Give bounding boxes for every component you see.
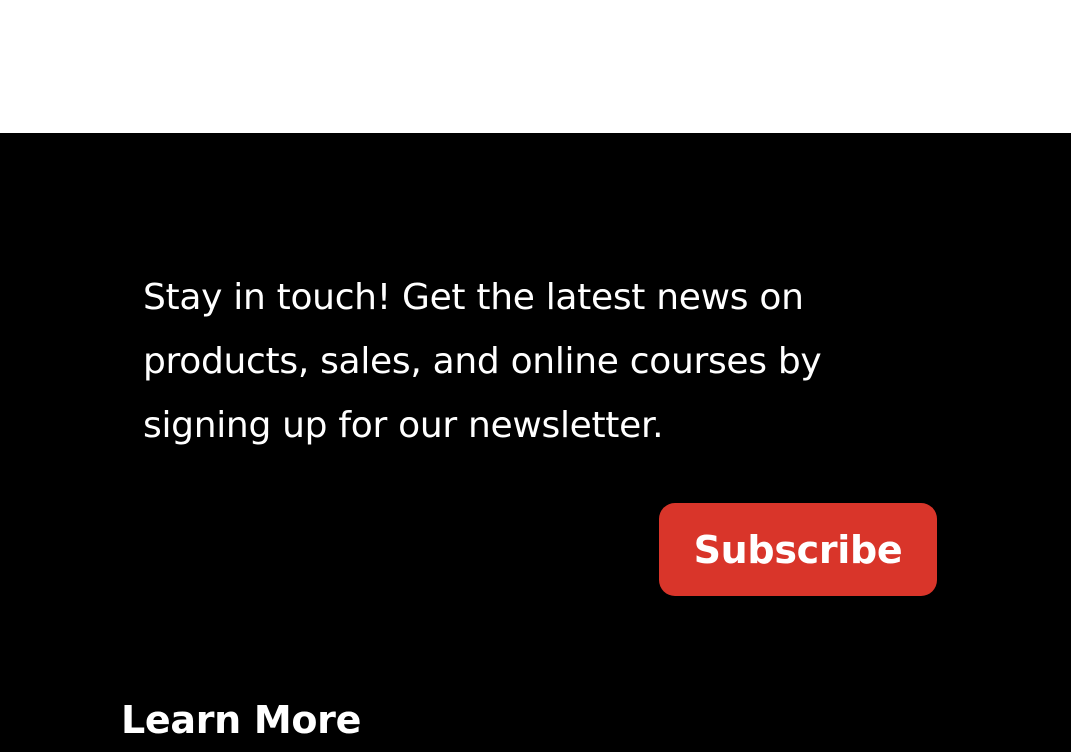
newsletter-description: Stay in touch! Get the latest news on pr…	[143, 277, 822, 446]
top-blank-area	[0, 0, 1071, 133]
newsletter-footer: Stay in touch! Get the latest news on pr…	[0, 133, 1071, 752]
learn-more-heading: Learn More	[121, 698, 362, 742]
page: Stay in touch! Get the latest news on pr…	[0, 0, 1071, 752]
subscribe-button[interactable]: Subscribe	[659, 503, 937, 596]
